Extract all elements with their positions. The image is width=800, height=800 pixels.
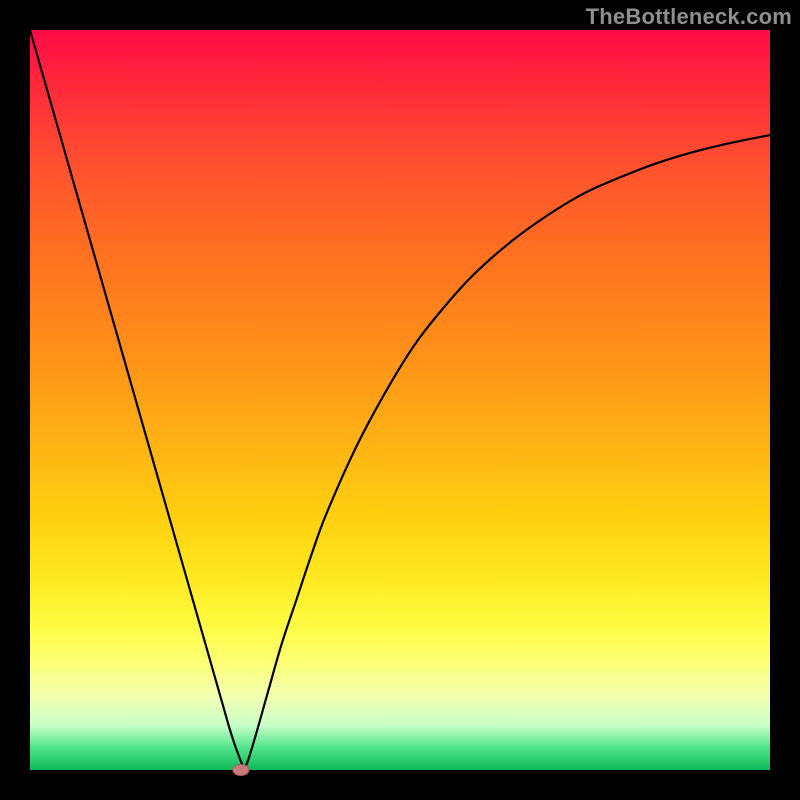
plot-area — [30, 30, 770, 770]
bottleneck-curve — [30, 30, 770, 766]
curve-layer — [30, 30, 770, 770]
watermark-text: TheBottleneck.com — [586, 4, 792, 30]
chart-frame: TheBottleneck.com — [0, 0, 800, 800]
optimum-marker — [233, 765, 249, 776]
